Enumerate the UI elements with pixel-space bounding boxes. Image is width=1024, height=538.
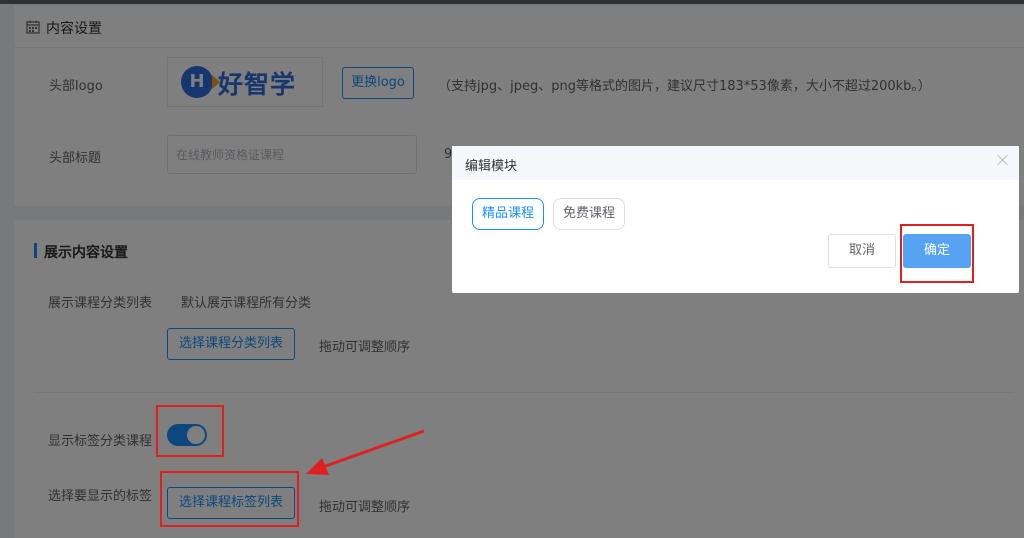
annotation-box-ok [900, 224, 974, 283]
tag-free-courses[interactable]: 免费课程 [553, 198, 626, 230]
cancel-button[interactable]: 取消 [828, 234, 896, 268]
annotation-box-toggle [156, 405, 224, 457]
tag-premium-courses[interactable]: 精品课程 [472, 198, 545, 230]
close-icon[interactable] [995, 152, 1011, 168]
dialog-title: 编辑模块 [465, 159, 518, 174]
dialog-header: 编辑模块 [452, 146, 1019, 180]
annotation-box-select-tags [160, 471, 299, 527]
